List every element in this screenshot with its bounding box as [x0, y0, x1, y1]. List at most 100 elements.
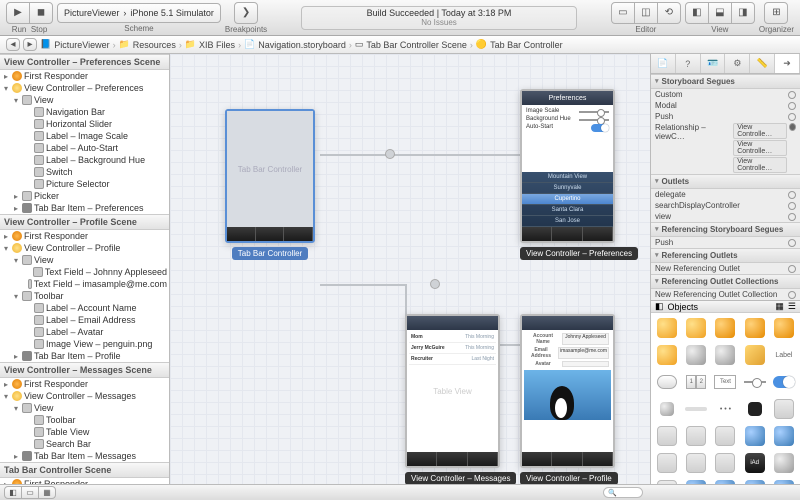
file-inspector-tab[interactable]: 📄	[651, 54, 676, 73]
jump-item-3[interactable]: 📄 Navigation.storyboard	[244, 39, 346, 50]
library-grid-mode[interactable]: ▦	[775, 301, 784, 312]
library-cube-icon[interactable]: ◧	[655, 301, 664, 312]
outline-row[interactable]: ▸Tab Bar Item – Preferences	[0, 202, 169, 214]
outline-row[interactable]: Label – Image Scale	[0, 130, 169, 142]
outline-row[interactable]: Label – Auto-Start	[0, 142, 169, 154]
outlet-sdc[interactable]: searchDisplayController	[651, 200, 800, 211]
lib-navvc[interactable]	[711, 315, 739, 341]
outline-row[interactable]: Image View – penguin.png	[0, 338, 169, 350]
outline-row[interactable]: Label – Email Address	[0, 314, 169, 326]
outline-row[interactable]: ▸Picker	[0, 190, 169, 202]
filter-btn-3[interactable]: ▦	[38, 486, 56, 499]
lib-pagevc[interactable]	[770, 315, 798, 341]
lib-pagecontrol[interactable]: • • •	[711, 396, 739, 422]
canvas-search[interactable]: 🔍	[603, 487, 643, 498]
editor-assistant[interactable]: ◫	[634, 2, 658, 24]
ref-outlets-head[interactable]: Referencing Outlets	[651, 248, 800, 263]
jump-item-1[interactable]: 📁 Resources	[119, 39, 176, 50]
editor-version[interactable]: ⟲	[657, 2, 681, 24]
lib-tablevc[interactable]	[682, 315, 710, 341]
outline-row[interactable]: Table View	[0, 426, 169, 438]
outline-row[interactable]: Navigation Bar	[0, 106, 169, 118]
scene-preferences[interactable]: Preferences Image ScaleBackground HueAut…	[520, 89, 638, 261]
document-outline[interactable]: View Controller – Preferences Scene▸Firs…	[0, 54, 170, 484]
lib-glkit[interactable]	[770, 450, 798, 476]
lib-textfield[interactable]: Text	[711, 369, 739, 395]
view-util[interactable]: ◨	[731, 2, 755, 24]
ref-outlet-new[interactable]: New Referencing Outlet	[651, 263, 800, 274]
outline-row[interactable]: ▸Tab Bar Item – Messages	[0, 450, 169, 462]
scene-tabbar[interactable]: Tab Bar Controller Tab Bar Controller	[225, 109, 315, 261]
segues-head[interactable]: Storyboard Segues	[651, 74, 800, 89]
outline-row[interactable]: Text Field – imasample@me.com	[0, 278, 169, 290]
outline-row[interactable]: Search Bar	[0, 438, 169, 450]
outline-row[interactable]: Switch	[0, 166, 169, 178]
outline-row[interactable]: Horizontal Slider	[0, 118, 169, 130]
filter-btn-1[interactable]: ◧	[4, 486, 22, 499]
run-button[interactable]: ▶	[6, 2, 30, 24]
lib-picker[interactable]	[711, 450, 739, 476]
lib-imageview[interactable]	[682, 423, 710, 449]
outline-row[interactable]: Label – Account Name	[0, 302, 169, 314]
lib-iad[interactable]: iAd	[741, 450, 769, 476]
lib-progress[interactable]	[682, 396, 710, 422]
lib-label[interactable]: Label	[770, 342, 798, 368]
filter-btn-2[interactable]: ▭	[21, 486, 39, 499]
lib-obj1[interactable]	[653, 342, 681, 368]
outline-row[interactable]: ▸First Responder	[0, 70, 169, 82]
outline-section[interactable]: View Controller – Profile Scene	[0, 214, 169, 230]
scene-profile[interactable]: Account NameJohnny AppleseedEmail Addres…	[520, 314, 618, 484]
lib-tableview[interactable]	[770, 396, 798, 422]
organizer-button[interactable]: ⊞	[764, 2, 788, 24]
lib-spinner[interactable]	[653, 396, 681, 422]
ref-segues-head[interactable]: Referencing Storyboard Segues	[651, 222, 800, 237]
outlet-delegate[interactable]: delegate	[651, 189, 800, 200]
lib-toolbar[interactable]	[770, 477, 798, 484]
outline-row[interactable]: ▾View	[0, 402, 169, 414]
ref-segue-push[interactable]: Push	[651, 237, 800, 248]
lib-searchbar[interactable]	[741, 477, 769, 484]
outline-row[interactable]: ▾View Controller – Profile	[0, 242, 169, 254]
outline-row[interactable]: Toolbar	[0, 414, 169, 426]
outline-row[interactable]: ▾View	[0, 254, 169, 266]
lib-tabvc[interactable]	[741, 315, 769, 341]
lib-obj3[interactable]	[711, 342, 739, 368]
scene-messages[interactable]: Table View MomThis MorningJerry McGuireT…	[405, 314, 516, 484]
lib-scrollview[interactable]	[653, 450, 681, 476]
lib-mapview[interactable]	[770, 423, 798, 449]
size-inspector-tab[interactable]: 📏	[750, 54, 775, 73]
help-inspector-tab[interactable]: ?	[676, 54, 701, 73]
lib-vc[interactable]	[653, 315, 681, 341]
outline-row[interactable]: Label – Background Hue	[0, 154, 169, 166]
segue-relationship[interactable]: Relationship – viewC… View Controlle… Vi…	[651, 122, 800, 174]
lib-switch[interactable]	[770, 369, 798, 395]
lib-textview[interactable]	[711, 423, 739, 449]
outline-row[interactable]: ▾View Controller – Messages	[0, 390, 169, 402]
jump-item-2[interactable]: 📁 XIB Files	[185, 39, 235, 50]
lib-webview[interactable]	[741, 423, 769, 449]
outline-row[interactable]: ▾View	[0, 94, 169, 106]
outline-row[interactable]: ▾View Controller – Preferences	[0, 82, 169, 94]
jump-fwd[interactable]: ▸	[23, 38, 37, 51]
lib-stepper[interactable]	[741, 396, 769, 422]
lib-datepicker[interactable]	[682, 450, 710, 476]
lib-view[interactable]	[653, 477, 681, 484]
identity-inspector-tab[interactable]: 🪪	[701, 54, 726, 73]
outline-row[interactable]: Label – Avatar	[0, 326, 169, 338]
breakpoints-button[interactable]: ❯	[234, 2, 258, 24]
library-list-mode[interactable]: ☰	[788, 301, 796, 312]
segue-modal[interactable]: Modal	[651, 100, 800, 111]
storyboard-canvas[interactable]: Tab Bar Controller Tab Bar Controller Pr…	[170, 54, 650, 484]
segue-custom[interactable]: Custom	[651, 89, 800, 100]
outline-section[interactable]: View Controller – Preferences Scene	[0, 54, 169, 70]
ref-outcol-head[interactable]: Referencing Outlet Collections	[651, 274, 800, 289]
jump-item-5[interactable]: 🟡 Tab Bar Controller	[476, 39, 563, 50]
outline-row[interactable]: ▸First Responder	[0, 378, 169, 390]
outline-row[interactable]: Text Field – Johnny Appleseed	[0, 266, 169, 278]
lib-button[interactable]	[653, 369, 681, 395]
lib-navitem[interactable]	[711, 477, 739, 484]
lib-slider[interactable]	[741, 369, 769, 395]
view-debug[interactable]: ⬓	[708, 2, 732, 24]
jump-item-0[interactable]: 📘 PictureViewer	[40, 39, 110, 50]
editor-standard[interactable]: ▭	[611, 2, 635, 24]
